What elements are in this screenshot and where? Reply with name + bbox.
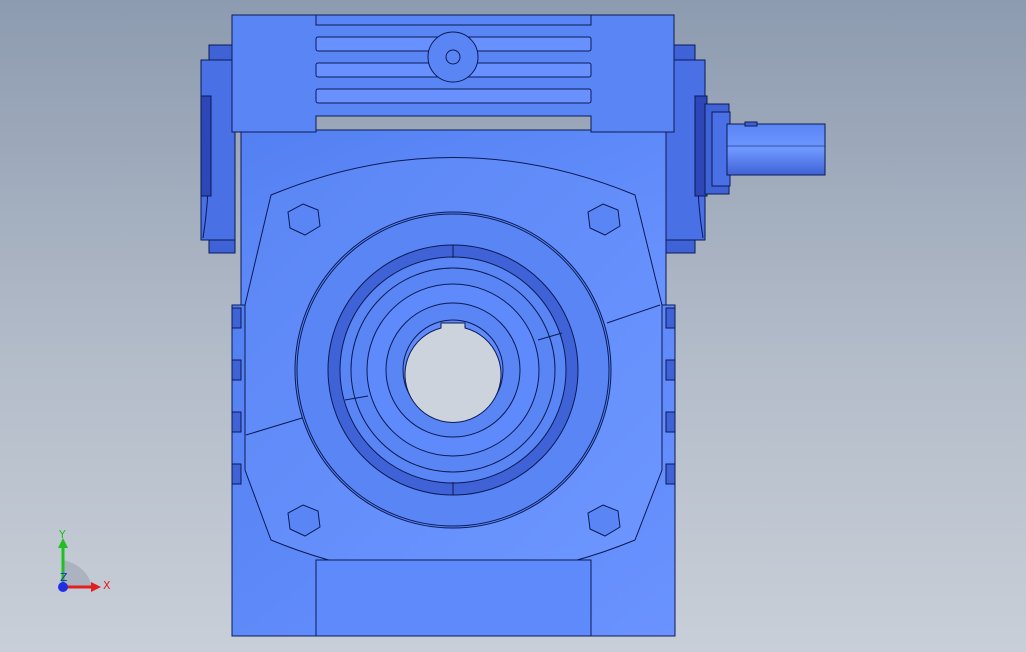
- bottom-panel: [315, 559, 592, 637]
- x-axis-arrow: [91, 582, 101, 592]
- gearbox-model[interactable]: [0, 0, 1026, 652]
- axis-triad[interactable]: Y X Z: [44, 528, 124, 608]
- input-shaft: [704, 103, 826, 195]
- top-housing: [231, 14, 675, 133]
- left-bearing-cap: [200, 44, 236, 254]
- y-axis-label: Y: [58, 528, 66, 541]
- z-axis-label: Z: [60, 571, 68, 584]
- x-axis-label: X: [103, 579, 111, 592]
- cad-viewport[interactable]: Y X Z: [0, 0, 1026, 652]
